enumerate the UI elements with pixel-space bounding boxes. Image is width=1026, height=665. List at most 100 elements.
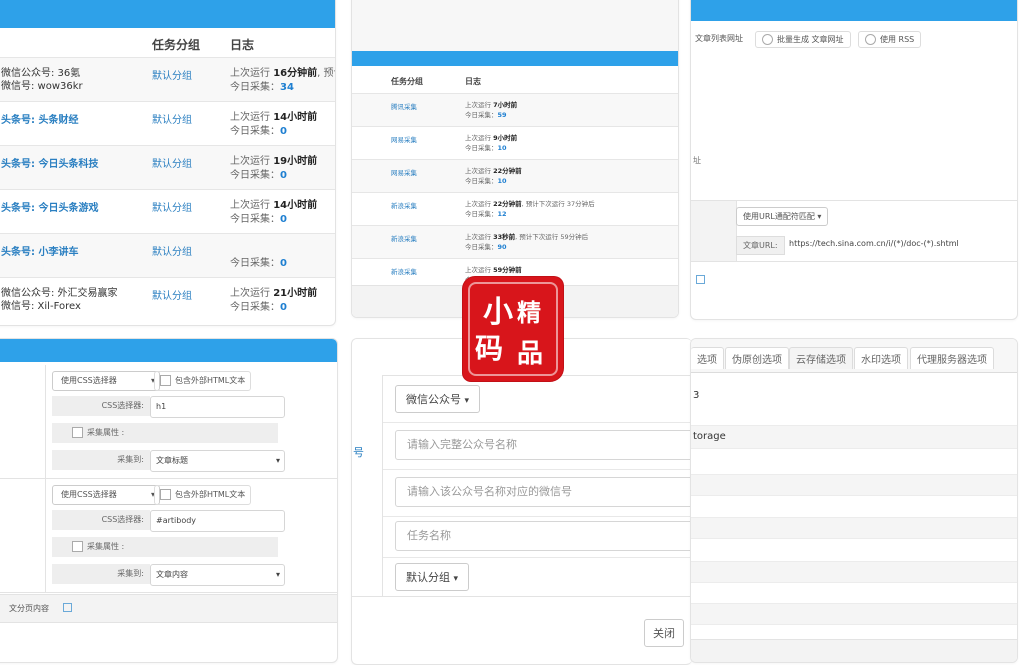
task-group-link[interactable]: 腾讯采集 [391,101,417,111]
option-list-url[interactable]: 文章列表网址 [695,33,743,44]
task-group-link[interactable]: 默认分组 [152,155,192,170]
last-run: 上次运行 21小时前 [230,288,318,299]
side-fragment: 址 [693,156,701,165]
last-run: 上次运行 59分钟前 [465,266,522,274]
panel-header-bar [0,0,335,28]
task-name[interactable]: 头条号: 头条财经 [1,114,78,127]
seal-char: 小 [483,295,513,330]
article-url-value[interactable]: https://tech.sina.com.cn/i/(*)/doc-(*).s… [789,239,959,248]
task-group-link[interactable]: 默认分组 [152,67,192,82]
account-name-input[interactable]: 请输入完整公众号名称 [395,430,692,460]
task-row: 头条号: 今日头条游戏 默认分组 上次运行 14小时前 今日采集：0 [0,189,335,233]
collect-attr-toggle[interactable]: 采集属性 : [52,423,278,443]
col-group-header: 任务分组 [152,38,201,52]
article-url-label: 文章URL: [736,236,785,255]
edit-icon[interactable] [696,275,705,284]
task-group-link[interactable]: 默认分组 [152,287,192,302]
footer-separator [352,596,692,597]
field-rule-block: 使用CSS选择器 ▾ 包含外部HTML文本 CSS选择器: h1 采集属性 : 采集到: 文章… [0,365,337,479]
collect-to-select[interactable]: 文章内容 ▾ [150,564,285,586]
task-group-link[interactable]: 默认分组 [152,199,192,214]
collect-to-label: 采集到: [52,564,150,584]
task-row: 网易采集 上次运行 9小时前 今日采集：10 [352,126,678,159]
match-mode-select[interactable]: 使用URL通配符匹配 ▾ [736,207,829,226]
wechat-id-input[interactable]: 请输入该公众号名称对应的微信号 [395,477,692,507]
collect-to-select[interactable]: 文章标题 ▾ [150,450,285,472]
task-group-link[interactable]: 网易采集 [391,167,417,177]
task-group-link[interactable]: 新浪采集 [391,200,417,210]
last-run [230,243,287,257]
option-row-1: 3 [693,390,700,401]
task-group-link[interactable]: 网易采集 [391,134,417,144]
task-name-line1: 头条号: 今日头条科技 [1,159,99,170]
task-name[interactable]: 微信公众号: 36氪 微信号: wow36kr [1,67,83,93]
tab-watermark[interactable]: 水印选项 [854,347,908,369]
chevron-down-icon: ▾ [275,570,280,579]
selector-type-select[interactable]: 使用CSS选择器 ▾ [52,485,160,505]
today-collected: 今日采集：59 [465,111,507,119]
edit-icon[interactable] [63,603,72,612]
tab-options[interactable]: 选项 [691,347,724,369]
task-row: 腾讯采集 上次运行 7小时前 今日采集：59 [352,93,678,126]
task-name-line1: 微信公众号: 36氪 [1,68,81,79]
account-type-select[interactable]: 微信公众号 ▾ [395,385,481,413]
task-group-link[interactable]: 默认分组 [152,243,192,258]
option-rss[interactable]: 使用 RSS [858,31,922,48]
today-collected: 今日采集：0 [230,258,287,269]
checkbox-icon [72,427,83,438]
tab-cloud-storage[interactable]: 云存储选项 [789,347,853,369]
task-row: 新浪采集 上次运行 33秒前, 预计下次运行 59分钟后 今日采集：90 [352,225,678,258]
task-log: 上次运行 22分钟前, 预计下次运行 37分钟后 今日采集：12 [465,199,595,219]
task-name-input[interactable]: 任务名称 [395,521,692,551]
task-group-link[interactable]: 新浪采集 [391,266,417,276]
include-outer-html[interactable]: 包含外部HTML文本 [154,485,252,505]
task-group-link[interactable]: 新浪采集 [391,233,417,243]
task-row: 头条号: 头条财经 默认分组 上次运行 14小时前 今日采集：0 [0,101,335,145]
group-select[interactable]: 默认分组 ▾ [395,563,470,591]
add-wechat-task-panel: 号 微信公众号 ▾ 请输入完整公众号名称 请输入该公众号名称对应的微信号 任务名… [351,338,692,665]
include-outer-html[interactable]: 包含外部HTML文本 [154,371,252,391]
task-name-line1: 头条号: 小李讲车 [1,247,79,258]
task-name[interactable]: 头条号: 今日头条科技 [1,158,98,171]
tab-proxy[interactable]: 代理服务器选项 [910,347,994,369]
brand-seal-logo: 小 精 码 品 [463,277,563,381]
chevron-down-icon: ▾ [453,574,459,584]
task-row: 网易采集 上次运行 22分钟前 今日采集：10 [352,159,678,192]
last-run: 上次运行 7小时前 [465,101,518,109]
today-collected: 今日采集：0 [230,302,287,313]
option-batch-generate[interactable]: 批量生成 文章网址 [755,31,851,48]
task-name-line1: 头条号: 头条财经 [1,115,79,126]
collect-attr-toggle[interactable]: 采集属性 : [52,537,278,557]
task-name[interactable]: 微信公众号: 外汇交易赢家 微信号: Xil-Forex [1,287,118,313]
pagination-label: 文分页内容 [9,604,49,613]
task-row: 新浪采集 上次运行 22分钟前, 预计下次运行 37分钟后 今日采集：12 [352,192,678,225]
checkbox-icon [160,489,171,500]
radio-icon [762,34,773,45]
form-area: 微信公众号 ▾ 请输入完整公众号名称 请输入该公众号名称对应的微信号 任务名称 … [382,375,692,596]
css-selector-input[interactable]: h1 [150,396,285,418]
tab-pseudo-original[interactable]: 伪原创选项 [725,347,789,369]
task-log: 上次运行 22分钟前 今日采集：10 [465,166,522,186]
css-selector-input[interactable]: #artibody [150,510,285,532]
last-run: 上次运行 9小时前 [465,134,518,142]
task-group-link[interactable]: 默认分组 [152,111,192,126]
field-rule-list: 使用CSS选择器 ▾ 包含外部HTML文本 CSS选择器: h1 采集属性 : 采集到: 文章… [0,365,337,593]
today-collected: 今日采集：10 [465,177,507,185]
task-name[interactable]: 头条号: 今日头条游戏 [1,202,98,215]
task-name[interactable]: 头条号: 小李讲车 [1,246,78,259]
selector-type-select[interactable]: 使用CSS选择器 ▾ [52,371,160,391]
last-run: 上次运行 22分钟前 [465,167,522,175]
url-mode-options: 文章列表网址 批量生成 文章网址 使用 RSS [691,28,1017,50]
options-tabs-panel: 选项 伪原创选项 云存储选项 水印选项 代理服务器选项 3 torage [690,338,1018,663]
task-table: 微信公众号: 36氪微信号: wow36kr 默认分组 上次运行 16分钟前, 预计… [0,57,335,321]
seal-char: 精 [517,298,541,327]
close-button[interactable]: 关闭 [644,619,684,647]
css-selector-label: CSS选择器: [52,396,150,416]
today-collected: 今日采集：0 [230,126,287,137]
panel-header-bar [691,0,1017,21]
task-name-line2: 微信号: wow36kr [1,81,83,92]
pagination-option: 文分页内容 [0,594,337,623]
chevron-down-icon: ▾ [817,212,822,221]
field-rule-block: 使用CSS选择器 ▾ 包含外部HTML文本 CSS选择器: #artibody 采集属性 … [0,479,337,593]
task-log: 上次运行 14小时前 今日采集：0 [230,199,320,227]
